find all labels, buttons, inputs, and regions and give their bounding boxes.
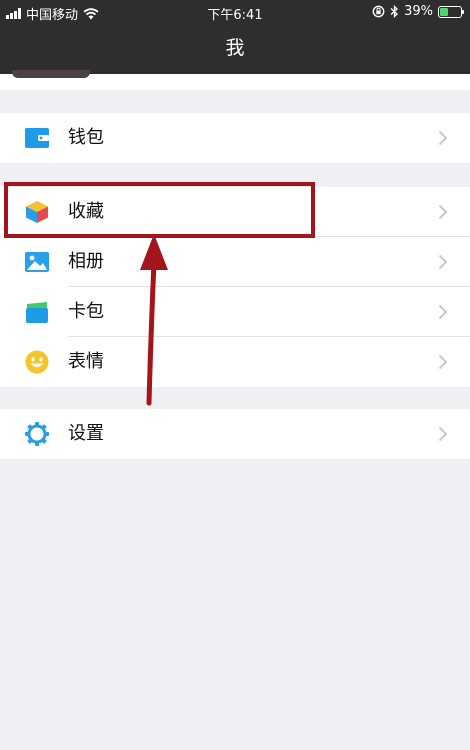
menu-item-emoji[interactable]: 表情: [0, 337, 470, 387]
emoji-smile-icon: [25, 350, 49, 374]
menu-item-label: 相册: [68, 251, 104, 272]
bluetooth-icon: [390, 5, 399, 18]
album-icon: [25, 252, 49, 272]
menu-item-album[interactable]: 相册: [0, 237, 470, 287]
menu-item-favorites[interactable]: 收藏: [0, 187, 470, 237]
status-right: 39%: [372, 4, 464, 19]
wallet-group: 钱包: [0, 113, 470, 163]
rotation-lock-icon: [372, 5, 385, 18]
menu-item-wallet[interactable]: 钱包: [0, 113, 470, 163]
chevron-right-icon: [438, 254, 448, 270]
menu-item-label: 收藏: [68, 201, 104, 222]
menu-item-label: 表情: [68, 351, 104, 372]
chevron-right-icon: [438, 426, 448, 442]
battery-fill: [440, 7, 448, 16]
menu-item-label: 设置: [68, 423, 104, 444]
menu-item-label: 钱包: [68, 127, 104, 148]
chevron-right-icon: [438, 304, 448, 320]
chevron-right-icon: [438, 204, 448, 220]
settings-group: 设置: [0, 409, 470, 459]
menu-item-settings[interactable]: 设置: [0, 409, 470, 459]
features-group: 收藏 相册 卡包 表情: [0, 187, 470, 387]
menu-item-card-package[interactable]: 卡包: [0, 287, 470, 337]
battery-percent: 39%: [404, 4, 433, 19]
menu-item-label: 卡包: [68, 301, 104, 322]
chevron-right-icon: [438, 354, 448, 370]
wallet-icon: [25, 128, 49, 148]
battery-icon: [438, 5, 464, 18]
chevron-right-icon: [438, 130, 448, 146]
page-title: 我: [225, 37, 245, 59]
nav-bar: 我: [0, 24, 470, 74]
favorites-cube-icon: [26, 201, 48, 223]
settings-gear-icon: [25, 422, 49, 446]
status-bar: 中国移动 下午6:41 39%: [0, 0, 470, 24]
avatar[interactable]: [12, 70, 90, 78]
card-package-icon: [26, 302, 48, 323]
